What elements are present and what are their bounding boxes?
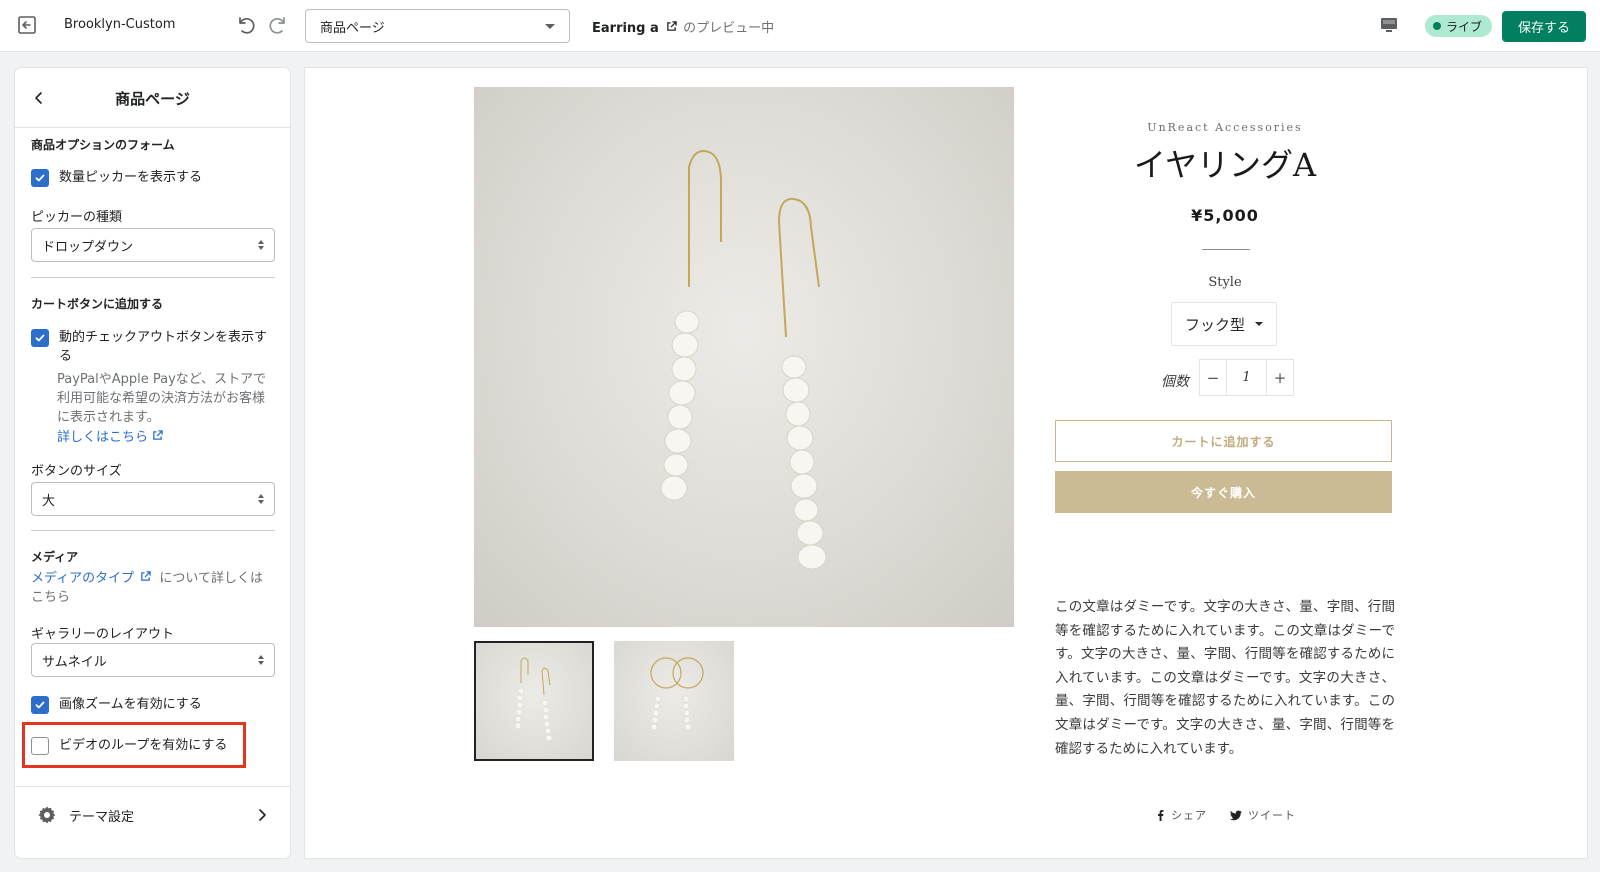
button-size-value: 大 [42, 493, 56, 509]
dynamic-checkout-help: PayPalやApple Payなど、ストアで利用可能な希望の決済方法がお客様に… [57, 372, 267, 425]
store-name: Brooklyn-Custom [64, 17, 176, 32]
top-bar: Brooklyn-Custom 商品ページ Earring a のプレビュー中 … [0, 0, 1600, 52]
qty-picker-checkbox[interactable] [31, 169, 49, 187]
preview-label: Earring a のプレビュー中 [592, 17, 774, 36]
sidebar-title: 商品ページ [115, 90, 190, 108]
preview-product-link[interactable]: Earring a [592, 21, 659, 36]
caret-down-icon [1255, 322, 1263, 326]
quantity-decrease-button[interactable]: − [1200, 369, 1226, 387]
style-option-label: Style [1208, 275, 1242, 290]
section-divider [31, 530, 275, 531]
redo-button[interactable] [266, 12, 292, 38]
page-template-select[interactable]: 商品ページ [305, 9, 570, 43]
page-select-value: 商品ページ [320, 20, 385, 36]
highlight-annotation-box [22, 722, 246, 768]
hoop-earring-thumbnail-image [650, 657, 704, 731]
settings-sidebar: 商品ページ 商品オプションのフォーム 数量ピッカーを表示する ピッカーの種類 ド… [15, 68, 290, 858]
product-thumbnail-1[interactable] [474, 641, 594, 761]
learn-more-label: 詳しくはこちら [57, 430, 149, 445]
quantity-value[interactable]: 1 [1226, 360, 1267, 395]
gear-icon [38, 806, 56, 824]
device-toggle-button[interactable] [1377, 13, 1401, 37]
checkmark-icon [35, 701, 45, 709]
button-size-label: ボタンのサイズ [31, 464, 122, 479]
desktop-icon [1381, 18, 1397, 32]
image-zoom-checkbox[interactable] [31, 696, 49, 714]
tweet-label: ツイート [1248, 809, 1296, 822]
image-zoom-label: 画像ズームを有効にする [59, 697, 202, 712]
product-description: この文章はダミーです。文字の大きさ、量、字間、行間等を確認するために入れています… [1055, 599, 1395, 757]
learn-more-link[interactable]: 詳しくはこちら [57, 426, 163, 445]
external-link-icon[interactable] [666, 21, 677, 32]
select-arrows-icon [258, 240, 264, 250]
sidebar-header: 商品ページ [15, 68, 290, 128]
theme-settings-button[interactable]: テーマ設定 [37, 803, 269, 827]
chevron-right-icon [259, 809, 266, 821]
product-title: イヤリングA [1133, 146, 1317, 184]
image-zoom-checkbox-row[interactable]: 画像ズームを有効にする [31, 695, 276, 714]
earring-thumbnail-image [514, 657, 553, 742]
quantity-increase-button[interactable]: + [1267, 369, 1293, 387]
caret-down-icon [545, 23, 555, 29]
quantity-stepper[interactable]: − 1 + [1199, 359, 1294, 396]
media-section-title: メディア [31, 550, 79, 564]
live-badge-label: ライブ [1446, 19, 1483, 34]
form-section-title: 商品オプションのフォーム [31, 138, 175, 152]
product-main-image[interactable] [474, 87, 1014, 627]
twitter-share-link[interactable]: ツイート [1230, 807, 1296, 823]
select-arrows-icon [258, 655, 264, 665]
price-divider [1202, 249, 1250, 250]
exit-button[interactable] [14, 12, 40, 38]
cart-section-title: カートボタンに追加する [31, 297, 164, 311]
dynamic-checkout-checkbox[interactable] [31, 329, 49, 347]
checkmark-icon [35, 174, 45, 182]
gallery-layout-label: ギャラリーのレイアウト [31, 627, 175, 642]
media-type-link[interactable]: メディアのタイプ [31, 571, 134, 586]
live-status-badge: ライブ [1425, 15, 1493, 37]
chevron-left-icon [35, 92, 42, 104]
dynamic-checkout-checkbox-row[interactable]: 動的チェックアウトボタンを表示する [31, 328, 276, 366]
checkmark-icon [35, 334, 45, 342]
gallery-layout-select[interactable]: サムネイル [31, 643, 275, 677]
style-option-select[interactable]: フック型 [1171, 302, 1277, 346]
gallery-layout-value: サムネイル [42, 654, 107, 670]
external-link-icon [153, 430, 163, 440]
picker-type-select[interactable]: ドロップダウン [31, 228, 275, 262]
back-button[interactable] [27, 86, 51, 110]
preview-suffix: のプレビュー中 [683, 21, 775, 36]
button-size-select[interactable]: 大 [31, 482, 275, 516]
buy-now-button[interactable]: 今すぐ購入 [1055, 471, 1392, 513]
section-divider [31, 277, 275, 278]
dynamic-checkout-label: 動的チェックアウトボタンを表示する [59, 330, 268, 364]
undo-button[interactable] [232, 12, 258, 38]
style-option-value: フック型 [1184, 315, 1245, 334]
theme-settings-label: テーマ設定 [69, 809, 135, 825]
sidebar-body[interactable]: 商品オプションのフォーム 数量ピッカーを表示する ピッカーの種類 ドロップダウン… [15, 129, 290, 777]
product-thumbnail-2[interactable] [614, 641, 734, 761]
qty-picker-checkbox-row[interactable]: 数量ピッカーを表示する [31, 168, 276, 187]
earring-image [660, 150, 827, 570]
share-label: シェア [1171, 809, 1207, 822]
live-dot-icon [1433, 22, 1441, 30]
picker-type-label: ピッカーの種類 [31, 210, 123, 225]
external-link-icon[interactable] [140, 571, 151, 582]
product-price: ¥5,000 [1191, 206, 1259, 225]
facebook-icon [1158, 810, 1164, 821]
redo-icon [269, 17, 285, 34]
picker-type-value: ドロップダウン [42, 239, 134, 255]
qty-picker-label: 数量ピッカーを表示する [59, 170, 203, 185]
save-button[interactable]: 保存する [1502, 11, 1586, 42]
twitter-icon [1230, 809, 1242, 820]
quantity-label: 個数 [1161, 374, 1189, 390]
store-preview: UnReact Accessories イヤリングA ¥5,000 Style … [305, 68, 1587, 858]
exit-icon [18, 16, 36, 34]
facebook-share-link[interactable]: シェア [1155, 807, 1207, 823]
select-arrows-icon [258, 494, 264, 504]
sidebar-footer: テーマ設定 [15, 786, 290, 858]
product-brand: UnReact Accessories [1147, 121, 1303, 134]
add-to-cart-button[interactable]: カートに追加する [1055, 420, 1392, 462]
media-type-text: メディアのタイプ について詳しくはこちら [31, 569, 271, 607]
undo-icon [239, 17, 255, 34]
